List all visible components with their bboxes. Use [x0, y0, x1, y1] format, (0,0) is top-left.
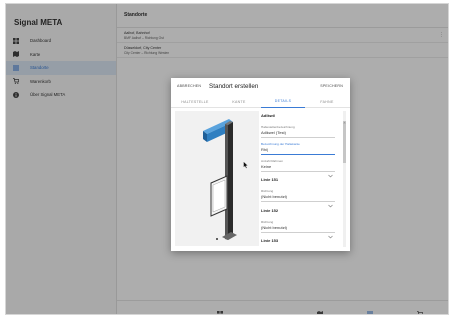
direction-select[interactable]: (Nicht benutzt) — [261, 225, 287, 230]
section-title: Adlkwi/ — [261, 113, 276, 118]
dialog-title: Standort erstellen — [209, 82, 259, 90]
dialog-header: ABBRECHEN Standort erstellen SPEICHERN — [171, 78, 350, 95]
scrollbar[interactable] — [343, 111, 346, 247]
frame-count-select[interactable]: Keine — [261, 164, 271, 169]
dialog-tabs: HALTESTELLE KANTE DETAILS FAHNE — [171, 95, 350, 108]
field-underline — [261, 137, 335, 138]
direction-select[interactable]: (Nicht benutzt) — [261, 194, 287, 199]
screen: Signal META Dashboard Karte Standorte Wa… — [0, 0, 453, 318]
tab-haltestelle[interactable]: HALTESTELLE — [173, 95, 217, 108]
chevron-down-icon[interactable] — [328, 165, 333, 178]
line-title: Linie 153 — [261, 238, 279, 243]
scrollbar-thumb[interactable] — [343, 121, 346, 163]
chevron-down-icon[interactable] — [328, 195, 333, 208]
tab-kante[interactable]: KANTE — [217, 95, 261, 108]
field-label: Bezeichnung der Haltekante — [261, 142, 300, 146]
line-title: Linie 152 — [261, 208, 279, 213]
bus-stop-sign-image — [203, 119, 237, 240]
line-title: Linie 151 — [261, 177, 279, 182]
field-underline — [261, 171, 335, 172]
field-label: Anzahl Rahmen — [261, 159, 284, 163]
platform-name-input[interactable]: Rhi| — [261, 147, 268, 152]
create-location-dialog: ABBRECHEN Standort erstellen SPEICHERN H… — [171, 78, 350, 251]
sign-illustration — [175, 111, 259, 246]
cancel-button[interactable]: ABBRECHEN — [177, 84, 201, 88]
tab-fahne[interactable]: FAHNE — [305, 95, 349, 108]
scroll-down-arrow-icon[interactable] — [343, 244, 346, 247]
field-underline — [261, 232, 335, 233]
field-underline — [261, 154, 335, 155]
save-button[interactable]: SPEICHERN — [320, 84, 343, 88]
details-form: Adlkwi/ Haltestellenbezeichnung Adlkwel … — [260, 109, 345, 251]
field-label: Richtung — [261, 189, 274, 193]
field-underline — [261, 201, 335, 202]
mouse-cursor-icon — [243, 156, 249, 169]
stop-name-field[interactable]: Adlkwel (Test) — [261, 130, 286, 135]
scroll-up-arrow-icon[interactable] — [343, 111, 346, 124]
field-label: Haltestellenbezeichnung — [261, 125, 295, 129]
tab-details[interactable]: DETAILS — [261, 95, 305, 108]
field-label: Richtung — [261, 220, 274, 224]
chevron-down-icon[interactable] — [328, 226, 333, 239]
